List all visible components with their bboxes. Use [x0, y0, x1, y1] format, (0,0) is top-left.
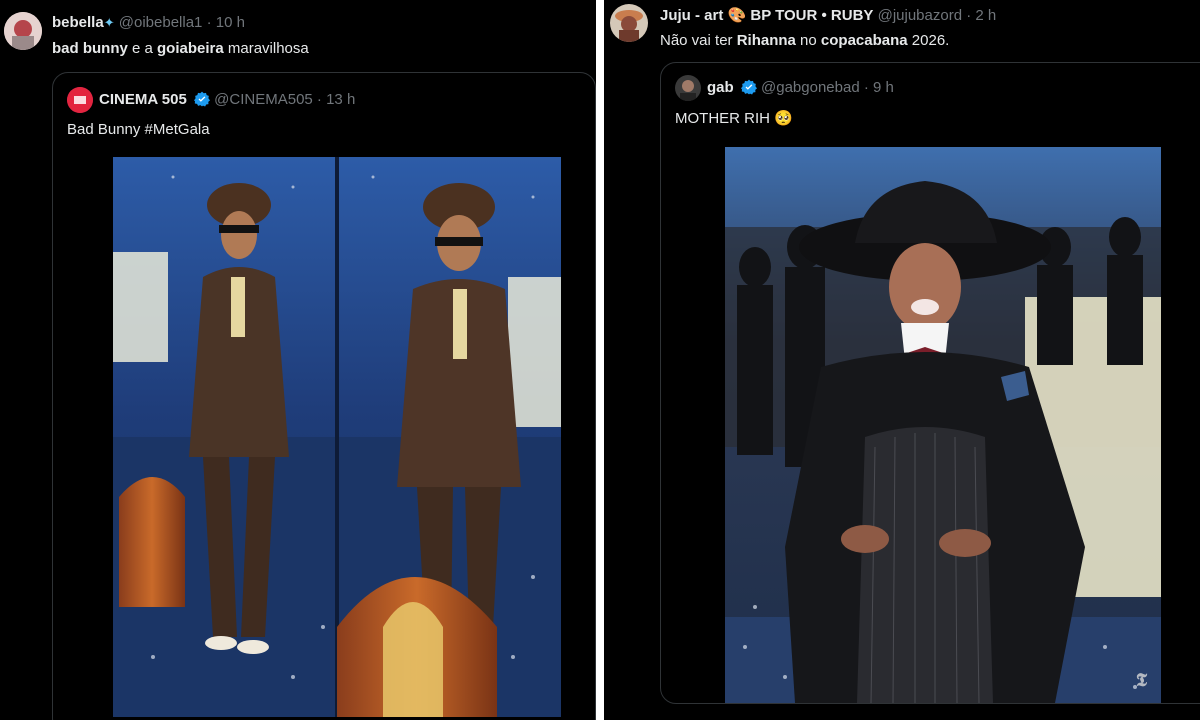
- author-name-suffix: BP TOUR • RUBY: [750, 7, 874, 24]
- gab-avatar[interactable]: [675, 75, 701, 101]
- quote-author-name[interactable]: gab: [707, 79, 734, 96]
- quote-author-handle[interactable]: @gabgonebad: [761, 79, 860, 96]
- tweet-text: bad bunny e a goiabeira maravilhosa: [52, 40, 309, 57]
- tweet-header: bebella✦ @oibebella1 · 10 h: [52, 14, 245, 31]
- panel-divider: [596, 0, 604, 720]
- tweet-header: Juju - art 🎨 BP TOUR • RUBY @jujubazord …: [660, 7, 997, 24]
- verified-badge-icon: [193, 91, 210, 107]
- bad-bunny-met-gala-photo[interactable]: [113, 157, 561, 717]
- quote-text: MOTHER RIH 🥺: [675, 110, 793, 127]
- pleading-face-emoji: 🥺: [774, 110, 793, 127]
- author-handle[interactable]: @oibebella1: [119, 14, 203, 31]
- quote-timestamp[interactable]: 13 h: [326, 91, 355, 108]
- author-name[interactable]: Juju - art: [660, 7, 723, 24]
- cinema505-avatar[interactable]: [67, 87, 93, 113]
- quote-header: gab @gabgonebad · 9 h: [707, 79, 894, 96]
- palette-icon: 🎨: [727, 7, 747, 24]
- verified-badge-icon: [740, 79, 757, 95]
- quote-header: CINEMA 505 @CINEMA505 · 13 h: [99, 91, 356, 108]
- sparkle-icon: ✦: [103, 15, 115, 30]
- right-tweet-panel: Juju - art 🎨 BP TOUR • RUBY @jujubazord …: [604, 0, 1200, 720]
- tweet-text: Não vai ter Rihanna no copacabana 2026.: [660, 32, 950, 49]
- quote-author-name[interactable]: CINEMA 505: [99, 91, 187, 108]
- author-handle[interactable]: @jujubazord: [878, 7, 962, 24]
- bebella-avatar[interactable]: [4, 12, 42, 50]
- quoted-tweet[interactable]: CINEMA 505 @CINEMA505 · 13 h Bad Bunny #…: [52, 72, 596, 720]
- left-tweet-panel: bebella✦ @oibebella1 · 10 h bad bunny e …: [0, 0, 596, 720]
- rihanna-met-gala-photo[interactable]: 𝕿: [725, 147, 1161, 703]
- quote-timestamp[interactable]: 9 h: [873, 79, 894, 96]
- juju-avatar[interactable]: [610, 4, 648, 42]
- nyt-watermark: 𝕿: [1135, 670, 1147, 691]
- quote-text: Bad Bunny #MetGala: [67, 121, 210, 138]
- timestamp[interactable]: 2 h: [975, 7, 996, 24]
- quoted-tweet[interactable]: gab @gabgonebad · 9 h MOTHER RIH 🥺 𝕿: [660, 62, 1200, 704]
- timestamp[interactable]: 10 h: [216, 14, 245, 31]
- author-name[interactable]: bebella: [52, 14, 104, 31]
- quote-author-handle[interactable]: @CINEMA505: [214, 91, 313, 108]
